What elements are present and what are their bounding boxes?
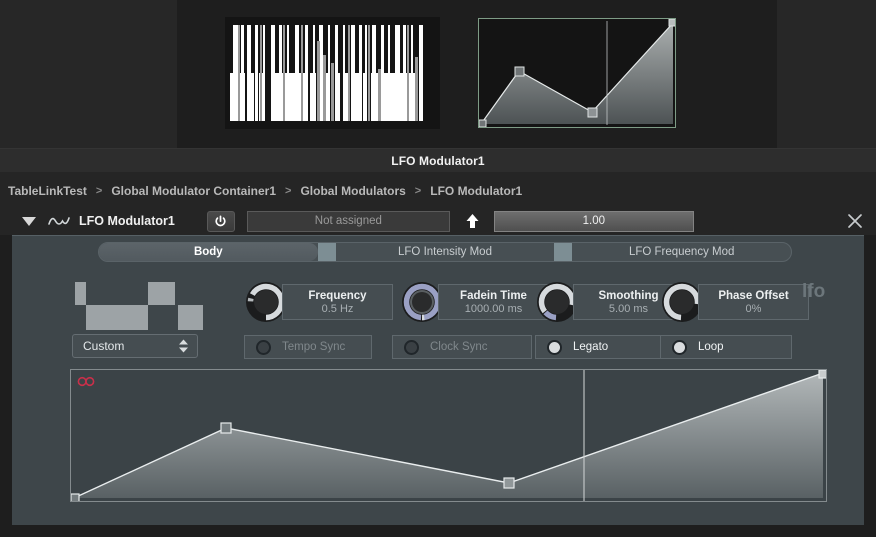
tab-strip: Body LFO Intensity Mod LFO Frequency Mod: [98, 242, 792, 262]
lfo-waveform-editor-graphic: [71, 370, 826, 501]
lfo-body-panel: Body LFO Intensity Mod LFO Frequency Mod…: [12, 235, 864, 525]
breadcrumb: TableLinkTest > Global Modulator Contain…: [0, 172, 876, 210]
frequency-label: Frequency: [308, 289, 367, 302]
lfo-waveform-preview: [478, 18, 676, 128]
assign-target-value: Not assigned: [314, 215, 382, 227]
fadein-time-readout[interactable]: Fadein Time 1000.00 ms: [438, 284, 549, 320]
knob-group-fadein-time: Fadein Time 1000.00 ms: [400, 282, 549, 322]
breadcrumb-separator: >: [95, 185, 103, 197]
power-icon[interactable]: [206, 210, 235, 232]
frequency-readout[interactable]: Frequency 0.5 Hz: [282, 284, 393, 320]
breadcrumb-item-root[interactable]: TableLinkTest: [8, 184, 87, 198]
tab-body[interactable]: Body: [99, 243, 318, 261]
window-title: LFO Modulator1: [391, 153, 485, 168]
loop-badge-glyph: [77, 376, 95, 387]
assign-target-field[interactable]: Not assigned: [246, 210, 450, 232]
lfo-waveform-preview-graphic: [479, 19, 675, 127]
loop-indicator: [674, 341, 685, 353]
smoothing-value: 5.00 ms: [608, 302, 649, 315]
modulation-amount-slider[interactable]: 1.00: [493, 210, 694, 232]
breadcrumb-item-modulators[interactable]: Global Modulators: [300, 184, 405, 198]
phase-offset-readout[interactable]: Phase Offset 0%: [698, 284, 809, 320]
clock-sync-indicator: [406, 341, 417, 353]
modulator-header-row: LFO Modulator1 Not assigned 1.00: [0, 207, 876, 235]
phase-offset-label: Phase Offset: [718, 289, 789, 302]
barcode-modulation-preview: [225, 17, 440, 129]
lfo-waveform-editor[interactable]: [70, 369, 827, 502]
modulation-amount-value: 1.00: [582, 215, 606, 227]
tab-divider-handle-1[interactable]: [317, 243, 336, 261]
stepper-glyph: [179, 339, 188, 353]
tab-lfo-intensity-mod[interactable]: LFO Intensity Mod: [336, 243, 555, 261]
tempo-sync-indicator: [258, 341, 269, 353]
lfo-shape-select[interactable]: Custom: [72, 334, 198, 358]
square-wave-pattern-icon[interactable]: [72, 282, 204, 330]
barcode-preview-graphic: [225, 17, 440, 129]
breadcrumb-separator: >: [414, 185, 422, 197]
legato-toggle[interactable]: Legato: [535, 335, 675, 359]
close-icon[interactable]: [844, 210, 866, 232]
phase-offset-value: 0%: [745, 302, 762, 315]
tab-lfo-frequency-mod[interactable]: LFO Frequency Mod: [572, 243, 791, 261]
lfo-waveform-icon: [48, 217, 70, 225]
legato-indicator: [549, 341, 560, 353]
tab-divider-handle-2[interactable]: [554, 243, 573, 261]
disclosure-triangle-icon[interactable]: [22, 216, 36, 226]
loop-toggle[interactable]: Loop: [660, 335, 792, 359]
window-titlebar: LFO Modulator1: [0, 148, 876, 172]
lfo-shape-select-value: Custom: [83, 339, 125, 353]
up-down-stepper-icon: [178, 339, 189, 353]
modulator-name-label: LFO Modulator1: [79, 214, 175, 228]
wave-thumbnail-graphic: [72, 282, 204, 330]
tempo-sync-toggle[interactable]: Tempo Sync: [244, 335, 372, 359]
knob-group-phase-offset: Phase Offset 0%: [660, 282, 809, 322]
frequency-value: 0.5 Hz: [321, 302, 354, 315]
close-glyph: [848, 214, 862, 228]
up-arrow-glyph: [466, 214, 479, 228]
power-glyph: [215, 215, 226, 226]
breadcrumb-item-container[interactable]: Global Modulator Container1: [111, 184, 276, 198]
lfo-watermark-label: lfo: [802, 281, 826, 302]
breadcrumb-item-lfo[interactable]: LFO Modulator1: [430, 184, 522, 198]
tab-body-label: Body: [193, 246, 223, 258]
up-arrow-icon[interactable]: [463, 211, 483, 231]
tab-lfo-intensity-mod-label: LFO Intensity Mod: [398, 246, 492, 258]
fadein-time-value: 1000.00 ms: [464, 302, 523, 315]
tempo-sync-label: Tempo Sync: [282, 341, 346, 353]
clock-sync-label: Clock Sync: [430, 341, 488, 353]
loop-label: Loop: [698, 341, 724, 353]
preview-strip: [0, 0, 876, 148]
smoothing-label: Smoothing: [598, 289, 659, 302]
breadcrumb-separator: >: [285, 185, 292, 197]
tab-lfo-frequency-mod-label: LFO Frequency Mod: [628, 246, 735, 258]
fadein-time-label: Fadein Time: [460, 289, 527, 302]
clock-sync-toggle[interactable]: Clock Sync: [392, 335, 532, 359]
legato-label: Legato: [573, 341, 609, 353]
loop-badge-icon[interactable]: [77, 376, 95, 387]
knob-group-frequency: Frequency 0.5 Hz: [244, 282, 393, 322]
